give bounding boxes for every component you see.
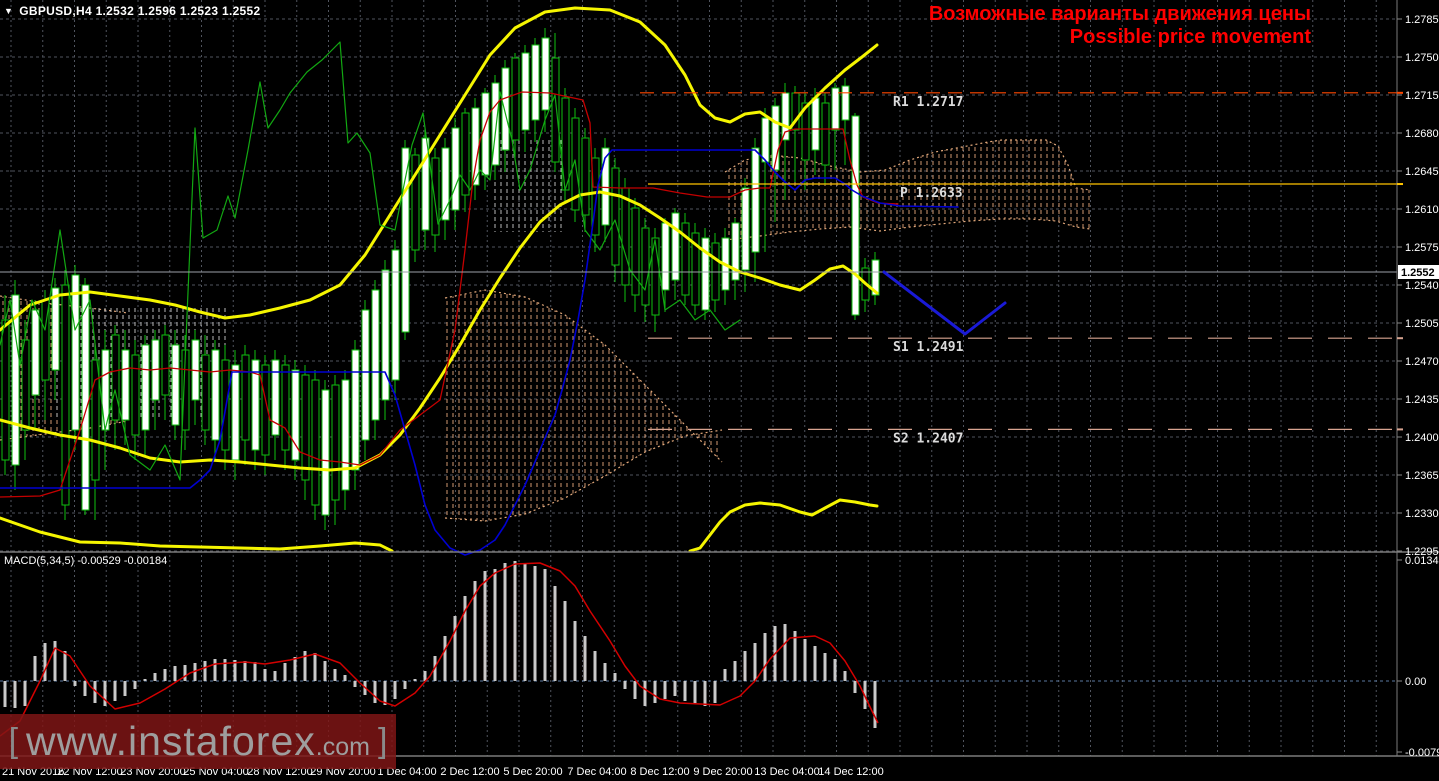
svg-text:-0.00794: -0.00794 xyxy=(1405,747,1439,759)
annotation-line-ru: Возможные варианты движения цены xyxy=(928,3,1311,25)
symbol-dropdown-icon[interactable]: ▼ xyxy=(4,6,13,16)
svg-text:P 1.2633: P 1.2633 xyxy=(900,186,963,201)
svg-text:R1 1.2717: R1 1.2717 xyxy=(893,95,963,110)
macd-pane xyxy=(0,561,1397,737)
trading-chart-window: R1 1.2717 P 1.2633 S1 1.2491 S2 1.2407 0.01… xyxy=(0,0,1439,781)
svg-text:8 Dec 12:00: 8 Dec 12:00 xyxy=(630,766,689,778)
svg-text:1.2680: 1.2680 xyxy=(1405,128,1439,140)
watermark-bracket-left: [ xyxy=(8,722,19,760)
svg-text:0.00: 0.00 xyxy=(1405,676,1426,688)
price-axis[interactable]: 0.013480.00-0.007941.27851.27501.27151.2… xyxy=(1397,14,1439,759)
instaforex-watermark: [www.instaforex .com] xyxy=(0,714,396,769)
watermark-domain: www.instaforex xyxy=(26,718,316,764)
chart-canvas[interactable]: R1 1.2717P 1.2633S1 1.2491S2 1.2407 0.01… xyxy=(0,0,1439,781)
svg-text:S2 1.2407: S2 1.2407 xyxy=(893,431,963,446)
svg-text:14 Dec 12:00: 14 Dec 12:00 xyxy=(818,766,883,778)
quote-header: ▼ GBPUSD,H4 1.2532 1.2596 1.2523 1.2552 xyxy=(4,4,260,18)
svg-text:1.2610: 1.2610 xyxy=(1405,204,1439,216)
svg-text:5 Dec 20:00: 5 Dec 20:00 xyxy=(503,766,562,778)
svg-text:1.2400: 1.2400 xyxy=(1405,432,1439,444)
svg-text:1.2715: 1.2715 xyxy=(1405,90,1439,102)
svg-text:1.2505: 1.2505 xyxy=(1405,318,1439,330)
svg-text:1.2645: 1.2645 xyxy=(1405,166,1439,178)
svg-text:S1 1.2491: S1 1.2491 xyxy=(893,340,964,355)
svg-text:1.2785: 1.2785 xyxy=(1405,14,1439,26)
candles xyxy=(1,28,880,530)
bollinger-lower-right xyxy=(688,498,879,553)
svg-text:1.2435: 1.2435 xyxy=(1405,394,1439,406)
svg-text:9 Dec 20:00: 9 Dec 20:00 xyxy=(693,766,752,778)
svg-text:1.2575: 1.2575 xyxy=(1405,242,1439,254)
watermark-tld: .com xyxy=(315,733,370,761)
macd-indicator-label: MACD(5,34,5) -0.00529 -0.00184 xyxy=(4,555,168,567)
bollinger-lower-left xyxy=(0,516,394,553)
svg-text:1.2365: 1.2365 xyxy=(1405,470,1439,482)
svg-text:1.2750: 1.2750 xyxy=(1405,52,1439,64)
annotation-line-en: Possible price movement xyxy=(1069,26,1311,48)
svg-text:7 Dec 04:00: 7 Dec 04:00 xyxy=(567,766,626,778)
svg-text:1.2295: 1.2295 xyxy=(1405,546,1439,558)
svg-text:1.2330: 1.2330 xyxy=(1405,508,1439,520)
svg-text:1.2540: 1.2540 xyxy=(1405,280,1439,292)
symbol-quote-line: GBPUSD,H4 1.2532 1.2596 1.2523 1.2552 xyxy=(19,4,261,18)
forecast-arrow xyxy=(882,270,1007,336)
svg-text:1.2552: 1.2552 xyxy=(1401,267,1435,279)
svg-text:2 Dec 12:00: 2 Dec 12:00 xyxy=(440,766,499,778)
svg-text:1.2470: 1.2470 xyxy=(1405,356,1439,368)
watermark-bracket-right: ] xyxy=(377,722,388,760)
svg-text:13 Dec 04:00: 13 Dec 04:00 xyxy=(754,766,819,778)
price-movement-annotation: Возможные варианты движения цены Possibl… xyxy=(929,3,1311,49)
